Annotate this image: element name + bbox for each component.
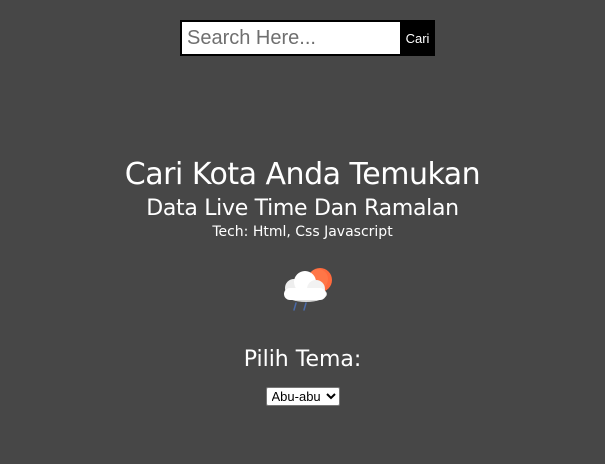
theme-select[interactable]: Abu-abu: [265, 387, 340, 406]
hero: Cari Kota Anda Temukan Data Live Time Da…: [0, 155, 605, 241]
cloud-sun-rain-icon: [276, 264, 336, 312]
page-subtitle: Data Live Time Dan Ramalan: [146, 196, 459, 221]
search-button[interactable]: Cari: [400, 20, 435, 56]
search-bar: Cari: [180, 20, 435, 56]
theme-label: Pilih Tema:: [243, 347, 362, 372]
tech-stack-text: Tech: Html, Css Javascript: [212, 224, 393, 240]
page-title: Cari Kota Anda Temukan: [124, 157, 481, 192]
theme-section: Pilih Tema: Abu-abu: [0, 345, 605, 406]
search-input[interactable]: [180, 20, 400, 56]
